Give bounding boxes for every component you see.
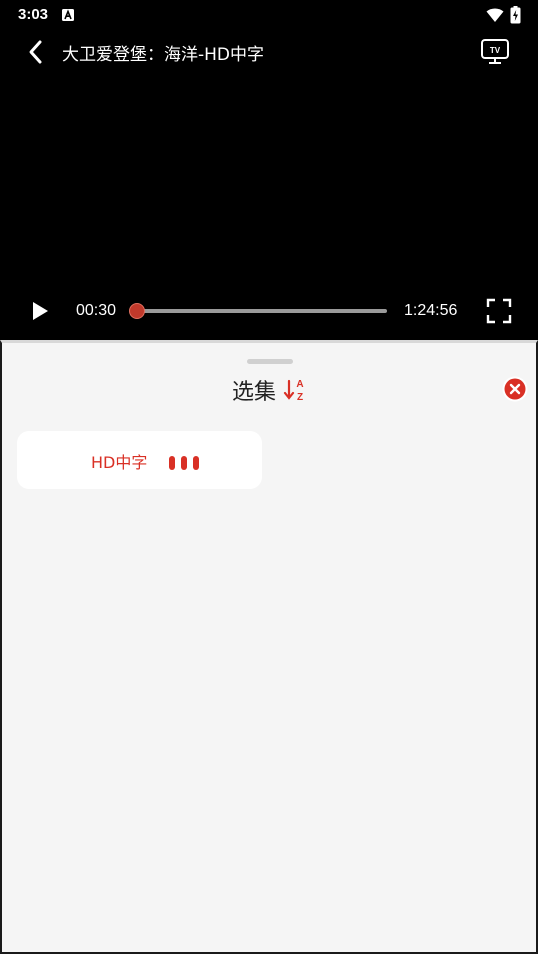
close-icon[interactable]	[502, 376, 528, 402]
battery-icon	[510, 6, 521, 24]
back-icon[interactable]	[24, 38, 48, 66]
play-icon[interactable]	[30, 300, 50, 322]
episode-sheet: 选集 A Z HD中字	[0, 340, 538, 954]
fullscreen-icon[interactable]	[486, 298, 512, 324]
status-time: 3:03	[18, 6, 49, 23]
drag-handle[interactable]	[247, 359, 293, 364]
episode-item[interactable]: HD中字	[17, 431, 262, 489]
sort-icon[interactable]: A Z	[283, 377, 307, 403]
tv-cast-icon[interactable]: TV	[480, 38, 510, 66]
wifi-icon	[486, 8, 504, 22]
status-bar: 3:03	[0, 0, 538, 32]
episode-label: HD中字	[91, 453, 148, 472]
seek-bar[interactable]	[128, 303, 387, 319]
video-title: 大卫爱登堡：海洋-HD中字	[62, 45, 265, 65]
seek-thumb[interactable]	[128, 303, 145, 319]
svg-text:TV: TV	[490, 46, 501, 55]
a-notification-icon	[62, 9, 74, 21]
video-player[interactable]: 3:03 大卫爱登堡：海洋-HD中字 TV 00:30 1:24:56	[0, 0, 538, 340]
sort-letter-z: Z	[297, 392, 303, 403]
total-time: 1:24:56	[404, 302, 458, 319]
sort-letter-a: A	[296, 379, 303, 390]
sheet-title: 选集	[232, 380, 277, 405]
current-time: 00:30	[76, 302, 117, 319]
playing-indicator-icon	[169, 456, 199, 470]
